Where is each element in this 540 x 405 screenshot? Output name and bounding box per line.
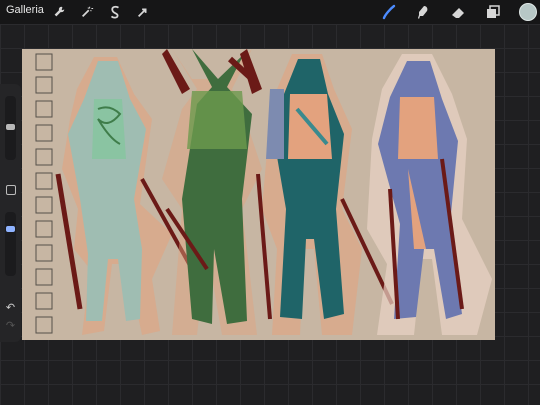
left-sidebar: ↶ ↷ xyxy=(0,84,21,342)
gallery-button[interactable]: Galleria xyxy=(6,4,44,16)
smudge-icon[interactable] xyxy=(414,3,432,21)
magic-wand-icon[interactable] xyxy=(78,3,96,21)
opacity-handle[interactable] xyxy=(6,226,15,232)
wrench-icon[interactable] xyxy=(50,3,68,21)
color-picker-swatch[interactable] xyxy=(519,3,537,21)
opacity-slider[interactable] xyxy=(5,212,16,276)
sketch-thumbnails xyxy=(35,53,53,334)
selection-s-icon[interactable] xyxy=(106,3,124,21)
figure-pale-teal xyxy=(55,57,194,335)
figure-blue-purple xyxy=(367,54,492,335)
eraser-icon[interactable] xyxy=(449,3,467,21)
brush-size-slider[interactable] xyxy=(5,96,16,160)
undo-arrow-icon[interactable]: ↶ xyxy=(4,302,17,315)
brush-size-handle[interactable] xyxy=(6,124,15,130)
modify-square-button[interactable] xyxy=(6,185,16,195)
redo-arrow-icon[interactable]: ↷ xyxy=(4,320,17,333)
top-toolbar: Galleria xyxy=(0,0,540,24)
brush-icon[interactable] xyxy=(380,3,398,21)
transform-arrow-icon[interactable] xyxy=(134,3,152,21)
figure-dark-green xyxy=(162,49,262,335)
layers-icon[interactable] xyxy=(484,3,502,21)
drawing-canvas[interactable] xyxy=(22,49,495,340)
artwork-illustration xyxy=(35,49,492,335)
